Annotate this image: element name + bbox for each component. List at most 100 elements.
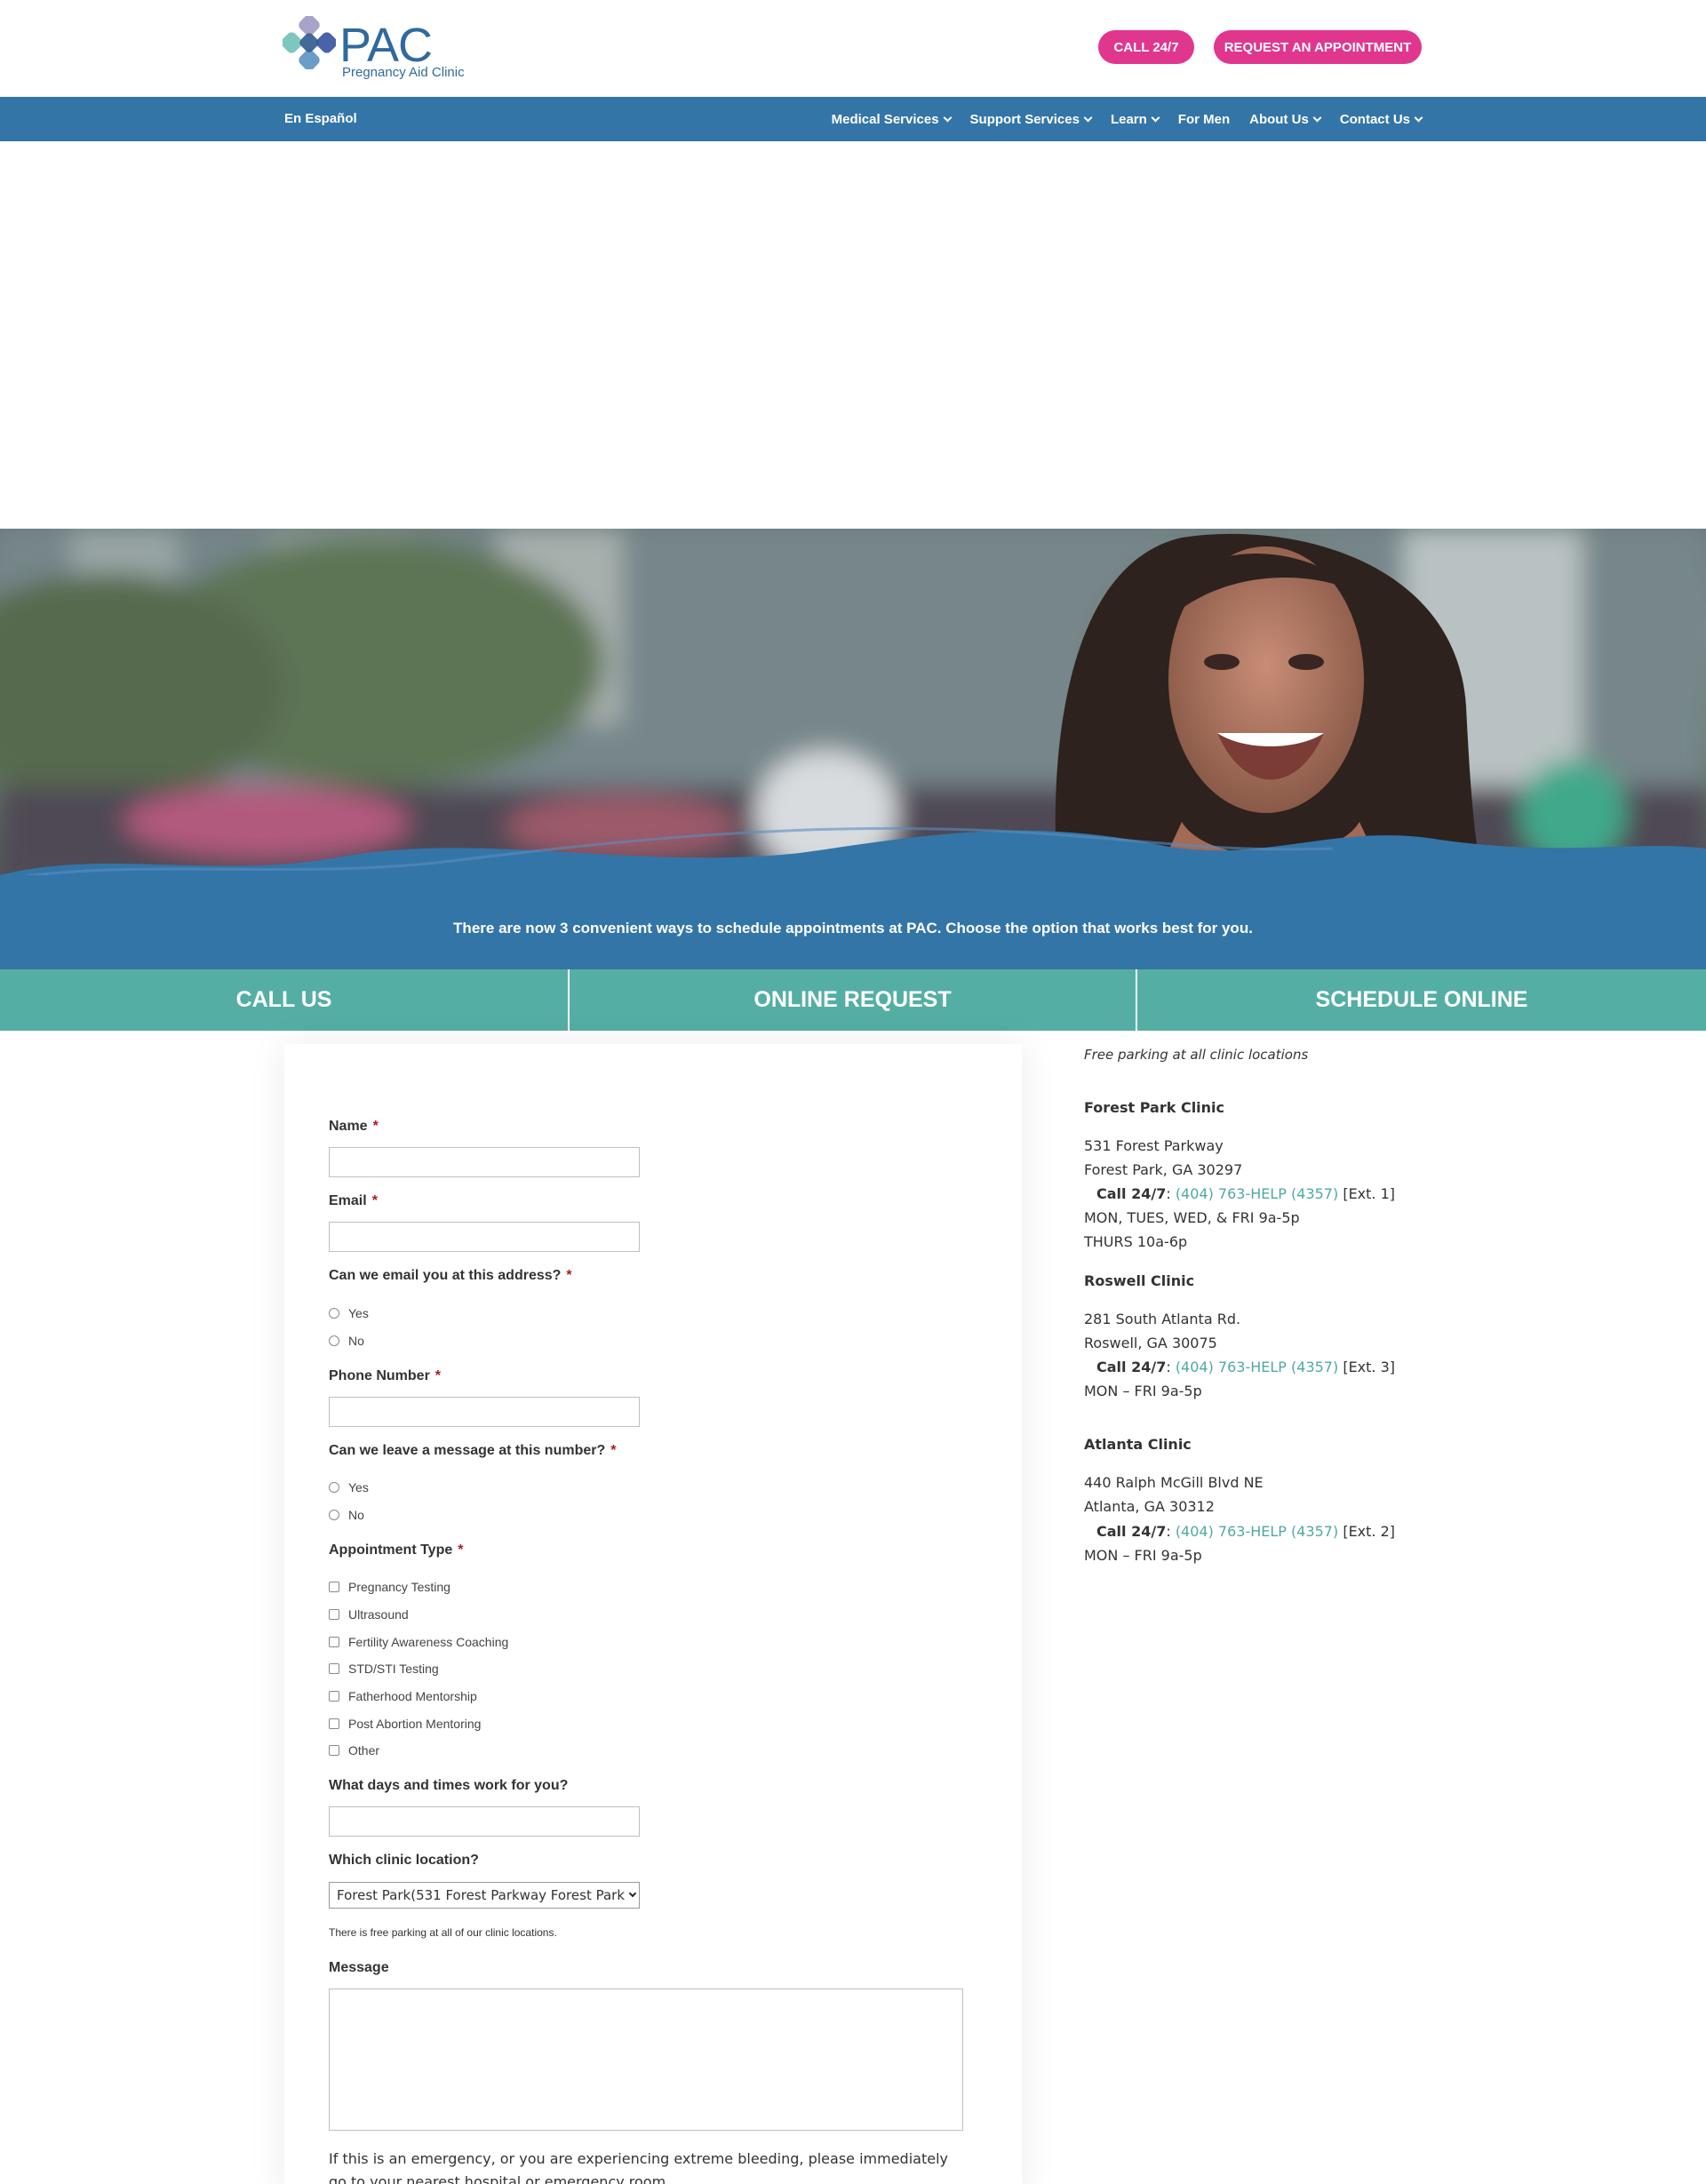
clinic-location-select[interactable]: Forest Park(531 Forest Parkway Forest Pa…	[329, 1882, 640, 1909]
checkbox-label: Ultrasound	[348, 1607, 409, 1622]
chevron-down-icon	[1414, 113, 1423, 122]
clinic-hours: MON – FRI 9a-5p	[1084, 1383, 1202, 1399]
nav-en-espanol[interactable]: En Español	[284, 111, 357, 126]
message-textarea[interactable]	[329, 1989, 963, 2131]
appointment-type-label: Appointment Type *	[329, 1542, 464, 1558]
schedule-tabs: CALL US ONLINE REQUEST SCHEDULE ONLINE	[0, 969, 1706, 1031]
leave-message-label: Can we leave a message at this number? *	[329, 1443, 617, 1458]
days-times-input[interactable]	[329, 1806, 640, 1837]
clinic-hours: MON, TUES, WED, & FRI 9a-5p	[1084, 1209, 1300, 1226]
nav-item-label: Learn	[1110, 111, 1147, 127]
appt-type-fertility-coaching[interactable]: Fertility Awareness Coaching	[329, 1635, 508, 1649]
phone-ext: [Ext. 1]	[1343, 1185, 1396, 1202]
radio-yes-label: Yes	[348, 1480, 369, 1495]
schedule-options-text: There are now 3 convenient ways to sched…	[453, 920, 1253, 937]
nav-item-label: Support Services	[969, 111, 1080, 127]
nav-item-label: Contact Us	[1339, 111, 1410, 127]
logo-tagline: Pregnancy Aid Clinic	[342, 65, 465, 80]
appt-type-std-testing[interactable]: STD/STI Testing	[329, 1662, 439, 1676]
pac-logo[interactable]: PAC Pregnancy Aid Clinic	[283, 16, 465, 80]
phone-ext: [Ext. 3]	[1343, 1359, 1396, 1375]
checkbox[interactable]	[329, 1663, 339, 1674]
checkbox-label: Other	[348, 1743, 380, 1758]
email-consent-no[interactable]: No	[329, 1334, 364, 1348]
nav-item-contact-us[interactable]: Contact Us	[1339, 111, 1423, 127]
appt-type-other[interactable]: Other	[329, 1743, 379, 1758]
clinic-name: Forest Park Clinic	[1084, 1099, 1225, 1116]
email-label-text: Email	[329, 1193, 367, 1208]
nav-item-support-services[interactable]: Support Services	[969, 111, 1093, 127]
appt-type-post-abortion-mentoring[interactable]: Post Abortion Mentoring	[329, 1717, 481, 1731]
email-consent-yes[interactable]: Yes	[329, 1306, 369, 1320]
hero-image	[0, 529, 1706, 880]
clinic-call-line: Call 24/7: (404) 763-HELP (4357) [Ext. 2…	[1096, 1523, 1396, 1540]
phone-link[interactable]: (404) 763-HELP (4357)	[1176, 1185, 1338, 1202]
name-label: Name *	[329, 1119, 379, 1134]
clinic-address-line1: 440 Ralph McGill Blvd NE	[1084, 1474, 1264, 1491]
name-label-text: Name	[329, 1119, 368, 1134]
radio-yes[interactable]	[329, 1482, 339, 1493]
checkbox[interactable]	[329, 1582, 339, 1592]
call-label: Call 24/7	[1096, 1523, 1167, 1540]
email-consent-label: Can we email you at this address? *	[329, 1268, 572, 1283]
chevron-down-icon	[628, 1889, 637, 1898]
clover-logo-icon	[283, 16, 336, 69]
nav-menu: Medical Services Support Services Learn …	[832, 97, 1423, 141]
clinic-location-value: Forest Park(531 Forest Parkway Forest Pa…	[337, 1887, 626, 1903]
nav-item-about-us[interactable]: About Us	[1249, 111, 1322, 127]
leave-message-text: Can we leave a message at this number?	[329, 1443, 606, 1458]
checkbox-label: Pregnancy Testing	[348, 1580, 450, 1594]
email-consent-text: Can we email you at this address?	[329, 1268, 562, 1283]
tab-call-us[interactable]: CALL US	[0, 969, 570, 1031]
emergency-notice: If this is an emergency, or you are expe…	[329, 2150, 948, 2184]
tab-schedule-online[interactable]: SCHEDULE ONLINE	[1137, 969, 1706, 1031]
appointment-type-text: Appointment Type	[329, 1542, 453, 1558]
hero-photo-illustration	[0, 529, 1706, 880]
appt-type-pregnancy-testing[interactable]: Pregnancy Testing	[329, 1580, 450, 1594]
chevron-down-icon	[1083, 113, 1093, 122]
days-times-label: What days and times work for you?	[329, 1778, 569, 1793]
checkbox-label: Fertility Awareness Coaching	[348, 1635, 509, 1649]
checkbox[interactable]	[329, 1745, 339, 1756]
appt-type-fatherhood-mentorship[interactable]: Fatherhood Mentorship	[329, 1689, 477, 1703]
nav-item-label: About Us	[1249, 111, 1309, 127]
clinic-call-line: Call 24/7: (404) 763-HELP (4357) [Ext. 3…	[1096, 1359, 1396, 1375]
radio-yes[interactable]	[329, 1308, 339, 1319]
checkbox-label: Fatherhood Mentorship	[348, 1689, 477, 1703]
phone-link[interactable]: (404) 763-HELP (4357)	[1176, 1359, 1338, 1375]
phone-label-text: Phone Number	[329, 1368, 430, 1383]
checkbox[interactable]	[329, 1718, 339, 1729]
phone-link[interactable]: (404) 763-HELP (4357)	[1176, 1523, 1338, 1540]
leave-message-yes[interactable]: Yes	[329, 1480, 369, 1495]
checkbox[interactable]	[329, 1609, 339, 1620]
checkbox-label: Post Abortion Mentoring	[348, 1717, 482, 1731]
nav-item-label: For Men	[1177, 111, 1231, 127]
appointment-form: Name * Email * Can we email you at this ad…	[284, 1044, 1022, 2184]
name-input[interactable]	[329, 1147, 640, 1177]
clinic-call-line: Call 24/7: (404) 763-HELP (4357) [Ext. 1…	[1096, 1185, 1396, 1202]
request-appointment-button[interactable]: REQUEST AN APPOINTMENT	[1214, 30, 1422, 64]
clinic-address-line1: 281 South Atlanta Rd.	[1084, 1311, 1241, 1327]
radio-no[interactable]	[329, 1510, 339, 1520]
tab-online-request[interactable]: ONLINE REQUEST	[570, 969, 1137, 1031]
checkbox-label: STD/STI Testing	[348, 1662, 439, 1676]
nav-item-for-men[interactable]: For Men	[1178, 112, 1230, 127]
nav-item-medical-services[interactable]: Medical Services	[832, 112, 952, 127]
site-header: PAC Pregnancy Aid Clinic CALL 24/7 REQUE…	[0, 0, 1706, 97]
message-label: Message	[329, 1960, 389, 1975]
clinic-name: Atlanta Clinic	[1084, 1436, 1192, 1453]
email-input[interactable]	[329, 1222, 640, 1252]
clinic-name: Roswell Clinic	[1084, 1272, 1195, 1289]
parking-info: Free parking at all clinic locations	[1084, 1047, 1309, 1063]
appt-type-ultrasound[interactable]: Ultrasound	[329, 1607, 409, 1622]
phone-input[interactable]	[329, 1397, 640, 1427]
nav-item-learn[interactable]: Learn	[1110, 111, 1160, 127]
clinic-hours: THURS 10a-6p	[1084, 1233, 1188, 1250]
radio-no[interactable]	[329, 1335, 339, 1346]
phone-ext: [Ext. 2]	[1343, 1523, 1396, 1540]
leave-message-no[interactable]: No	[329, 1508, 364, 1522]
checkbox[interactable]	[329, 1637, 339, 1647]
checkbox[interactable]	[329, 1691, 339, 1702]
email-label: Email *	[329, 1193, 378, 1208]
call-24-7-button[interactable]: CALL 24/7	[1098, 30, 1194, 64]
